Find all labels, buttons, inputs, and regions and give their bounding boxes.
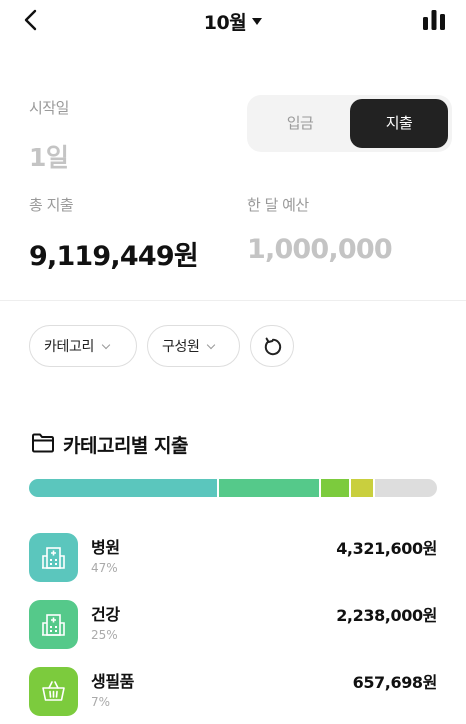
refresh-icon [264, 337, 282, 356]
category-name: 생필품 [91, 672, 134, 691]
category-name: 건강 [91, 605, 120, 624]
total-expense-label: 총 지출 [29, 196, 74, 214]
hospital-icon [42, 547, 65, 569]
basket-icon [42, 681, 65, 701]
category-percent: 25% [91, 628, 118, 642]
category-percent: 47% [91, 561, 118, 575]
category-row-hospital[interactable]: 병원 47% 4,321,600원 [29, 533, 437, 583]
bar-chart-icon[interactable] [422, 8, 446, 30]
category-icon-bg [29, 667, 78, 716]
category-filter-label: 카테고리 [44, 339, 94, 355]
chevron-down-icon [101, 340, 111, 350]
category-icon-bg [29, 533, 78, 582]
category-row-health[interactable]: 건강 25% 2,238,000원 [29, 600, 437, 650]
month-selector[interactable]: 10월 [0, 8, 466, 35]
income-tab[interactable]: 입금 [251, 99, 349, 148]
folder-icon [32, 433, 54, 453]
category-section-title: 카테고리별 지출 [63, 435, 188, 457]
income-expense-toggle: 입금 지출 [247, 95, 452, 152]
category-bar-segment [219, 479, 319, 497]
divider [0, 300, 466, 301]
total-expense-value: 9,119,449원 [29, 241, 199, 272]
category-amount: 2,238,000원 [336, 606, 437, 625]
start-date-label: 시작일 [29, 99, 69, 117]
month-label: 10월 [203, 12, 247, 34]
reset-filter-button[interactable] [250, 325, 294, 367]
hospital-icon [42, 614, 65, 636]
category-row-essentials[interactable]: 생필품 7% 657,698원 [29, 667, 437, 717]
chevron-down-icon [207, 340, 216, 350]
category-amount: 657,698원 [352, 673, 438, 692]
category-ratio-bar [29, 479, 437, 497]
category-bar-segment [321, 479, 349, 497]
member-filter-label: 구성원 [162, 339, 200, 355]
category-bar-segment [29, 479, 217, 497]
member-filter-button[interactable]: 구성원 [147, 325, 240, 367]
category-percent: 7% [91, 695, 111, 709]
caret-down-icon [252, 18, 263, 25]
category-filter-button[interactable]: 카테고리 [29, 325, 137, 367]
top-bar: 10월 [0, 0, 466, 44]
start-date-value[interactable]: 1일 [29, 138, 69, 174]
monthly-budget-label: 한 달 예산 [247, 196, 309, 214]
category-icon-bg [29, 600, 78, 649]
monthly-budget-value[interactable]: 1,000,000 [247, 234, 393, 265]
category-name: 병원 [91, 538, 120, 557]
category-bar-segment [375, 479, 437, 497]
category-bar-segment [351, 479, 373, 497]
expense-tab[interactable]: 지출 [350, 99, 448, 148]
category-amount: 4,321,600원 [336, 539, 437, 558]
